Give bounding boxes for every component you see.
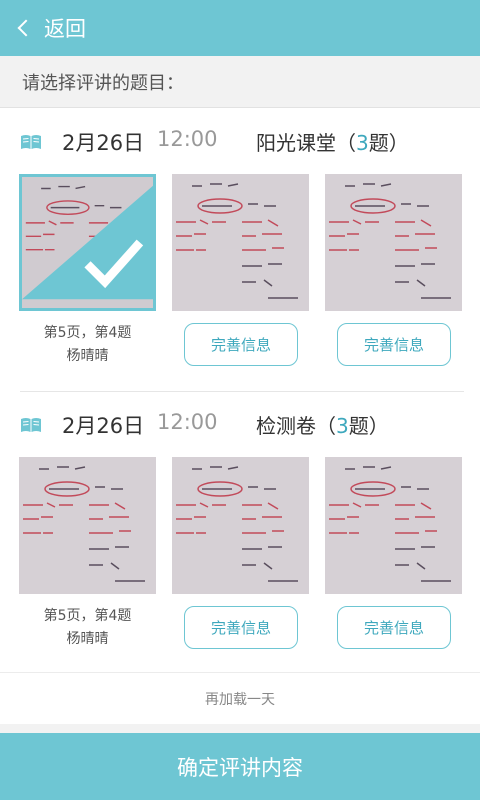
page-question-label: 第5页，第4题 xyxy=(43,608,132,624)
homework-photo xyxy=(325,174,462,311)
subject-name: 阳光课堂 xyxy=(256,131,336,155)
complete-info-button[interactable]: 完善信息 xyxy=(337,606,451,649)
select-prompt: 请选择评讲的题目： xyxy=(0,56,480,108)
complete-info-button[interactable]: 完善信息 xyxy=(184,606,298,649)
footer-gap xyxy=(0,724,480,733)
student-name: 杨晴晴 xyxy=(66,348,109,364)
open-paren: （ xyxy=(336,131,356,155)
question-count: 3 xyxy=(356,131,369,155)
test-section: 2月26日 12:00 检测卷（3题） 第5页，第4题 杨晴晴 完善信息 完善信… xyxy=(0,391,480,675)
homework-photo xyxy=(19,457,156,594)
section-subject: 阳光课堂（3题） xyxy=(256,127,409,156)
section-date: 2月26日 xyxy=(62,131,145,155)
count-suffix: 题 xyxy=(368,131,389,155)
complete-info-button[interactable]: 完善信息 xyxy=(184,323,298,366)
section-date: 2月26日 xyxy=(62,414,145,438)
section-subject: 检测卷（3题） xyxy=(256,410,389,439)
selected-check-icon xyxy=(22,185,153,300)
page-question-label: 第5页，第4题 xyxy=(43,325,132,341)
section-header: 2月26日 12:00 阳光课堂（3题） xyxy=(0,108,480,174)
question-thumbnail[interactable] xyxy=(325,457,462,594)
book-icon xyxy=(21,418,41,432)
subject-name: 检测卷 xyxy=(256,414,316,438)
question-caption: 第5页，第4题 杨晴晴 xyxy=(19,322,156,368)
homework-photo xyxy=(325,457,462,594)
question-list: 2月26日 12:00 阳光课堂（3题） 第5页，第4题 杨晴晴 完善信息 完善… xyxy=(0,108,480,724)
back-label: 返回 xyxy=(44,17,86,41)
section-time: 12:00 xyxy=(157,410,218,434)
close-paren: ） xyxy=(368,414,389,438)
confirm-button[interactable]: 确定评讲内容 xyxy=(0,733,480,800)
chevron-left-icon xyxy=(17,19,35,37)
lesson-section: 2月26日 12:00 阳光课堂（3题） 第5页，第4题 杨晴晴 完善信息 完善… xyxy=(0,108,480,392)
question-thumbnail[interactable] xyxy=(172,174,309,311)
complete-info-button[interactable]: 完善信息 xyxy=(337,323,451,366)
homework-photo xyxy=(172,457,309,594)
count-suffix: 题 xyxy=(348,414,369,438)
close-paren: ） xyxy=(388,131,409,155)
question-thumbnail[interactable] xyxy=(325,174,462,311)
load-more-button[interactable]: 再加载一天 xyxy=(0,672,480,724)
back-button[interactable]: 返回 xyxy=(0,0,86,56)
top-bar: 返回 xyxy=(0,0,480,56)
open-paren: （ xyxy=(316,414,336,438)
question-thumbnail[interactable] xyxy=(19,457,156,594)
section-header: 2月26日 12:00 检测卷（3题） xyxy=(0,391,480,457)
homework-photo xyxy=(172,174,309,311)
book-icon xyxy=(21,135,41,149)
student-name: 杨晴晴 xyxy=(66,631,109,647)
question-caption: 第5页，第4题 杨晴晴 xyxy=(19,605,156,651)
question-thumbnail[interactable] xyxy=(172,457,309,594)
question-thumbnail[interactable] xyxy=(19,174,156,311)
question-count: 3 xyxy=(336,414,349,438)
section-time: 12:00 xyxy=(157,127,218,151)
